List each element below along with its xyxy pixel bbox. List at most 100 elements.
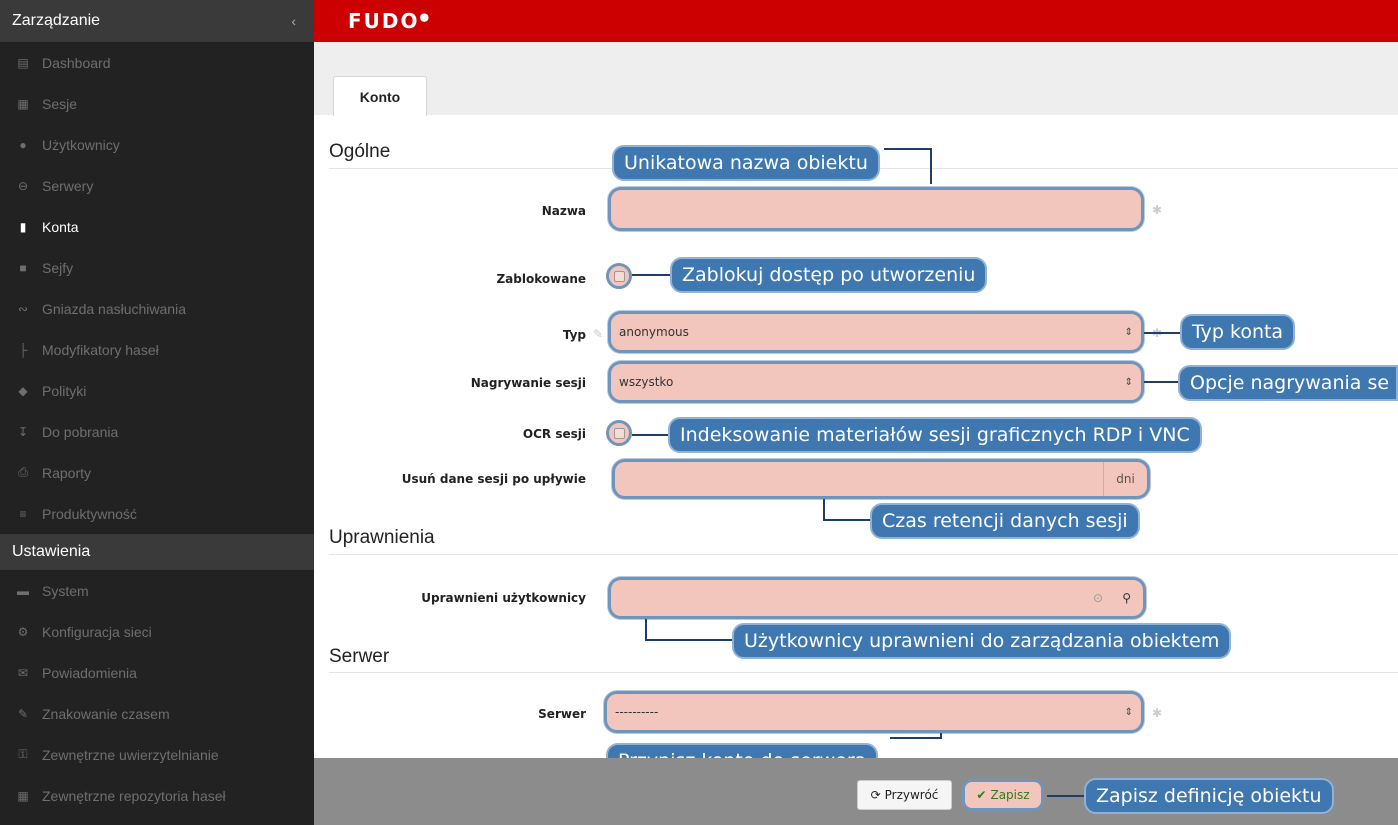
- grid-icon: ▦: [17, 788, 29, 803]
- sidebar-item-label: Znakowanie czasem: [42, 705, 170, 722]
- sidebar-item-reports[interactable]: ⎙ Raporty: [0, 452, 314, 493]
- film-icon: ▦: [17, 96, 29, 111]
- search-icon[interactable]: ⚲: [1122, 591, 1131, 605]
- type-label: Typ: [562, 328, 586, 342]
- sidebar-header-settings: Ustawienia: [0, 534, 314, 570]
- sidebar-item-timestamping[interactable]: ✎ Znakowanie czasem: [0, 693, 314, 734]
- sidebar-item-label: Polityki: [42, 382, 87, 399]
- type-value: anonymous: [619, 325, 689, 339]
- callout-type: Typ konta: [1180, 314, 1296, 350]
- callout-blocked: Zablokuj dostęp po utworzeniu: [670, 257, 988, 293]
- key-icon: ⚿: [18, 747, 28, 761]
- sidebar-item-sessions[interactable]: ▦ Sesje: [0, 83, 314, 124]
- sidebar-item-label: Produktywność: [42, 505, 137, 522]
- chevron-left-icon[interactable]: ‹: [291, 13, 314, 29]
- callout-leader-line: [823, 519, 873, 521]
- sidebar-item-label: Sesje: [42, 95, 78, 112]
- callout-leader-line: [1144, 381, 1182, 383]
- users-input[interactable]: ⊙ ⚲: [608, 577, 1146, 619]
- tab-account[interactable]: Konto: [333, 76, 427, 116]
- sidebar-section-title: Ustawienia: [12, 543, 91, 560]
- recording-value: wszystko: [619, 375, 674, 389]
- sidebar-item-password-modifiers[interactable]: ├ Modyfikatory haseł: [0, 329, 314, 370]
- cogs-icon: ⚙: [17, 624, 29, 639]
- sidebar-item-external-repos[interactable]: ▦ Zewnętrzne repozytoria haseł: [0, 775, 314, 816]
- sidebar-item-label: Zewnętrzne repozytoria haseł: [42, 787, 226, 804]
- callout-users: Użytkownicy uprawnieni do zarządzania ob…: [732, 623, 1232, 659]
- callout-leader-line: [645, 619, 647, 640]
- callout-ocr: Indeksowanie materiałów sesji graficznyc…: [668, 417, 1202, 453]
- blocked-label: Zablokowane: [496, 272, 586, 286]
- callout-leader-line: [632, 434, 670, 436]
- save-button[interactable]: ✔ Zapisz: [962, 779, 1044, 811]
- shield-icon: ◆: [18, 383, 28, 398]
- sidebar-item-notifications[interactable]: ✉ Powiadomienia: [0, 652, 314, 693]
- sidebar-item-external-auth[interactable]: ⚿ Zewnętrzne uwierzytelnianie: [0, 734, 314, 775]
- sidebar-item-label: System: [42, 582, 89, 599]
- section-divider: [329, 672, 1398, 673]
- checkbox-square-icon: [613, 270, 625, 282]
- server-label: Serwer: [538, 707, 586, 721]
- callout-leader-line: [940, 733, 942, 739]
- callout-leader-line: [930, 148, 932, 184]
- retention-unit: dni: [1103, 462, 1147, 496]
- section-divider: [329, 554, 1398, 555]
- select-caret-icon: ⇕: [1124, 706, 1133, 718]
- sidebar-item-label: Do pobrania: [42, 423, 119, 440]
- server-select[interactable]: ---------- ⇕: [604, 691, 1144, 733]
- sidebar-item-dashboard[interactable]: ▤ Dashboard: [0, 42, 314, 83]
- sidebar-header-management: Zarządzanie ‹: [0, 0, 314, 42]
- recording-label: Nagrywanie sesji: [470, 376, 586, 390]
- checkbox-square-icon: [613, 427, 625, 439]
- sidebar-item-productivity[interactable]: ≡ Produktywność: [0, 493, 314, 534]
- sidebar-item-users[interactable]: ● Użytkownicy: [0, 124, 314, 165]
- save-label: Zapisz: [990, 788, 1030, 802]
- callout-leader-line: [890, 737, 942, 739]
- name-input[interactable]: [608, 187, 1144, 231]
- section-title-permissions: Uprawnienia: [329, 527, 435, 548]
- sidebar-item-system[interactable]: ▬ System: [0, 570, 314, 611]
- ocr-label: OCR sesji: [522, 427, 586, 441]
- sidebar-item-label: Serwery: [42, 177, 94, 194]
- print-icon: ⎙: [18, 465, 28, 479]
- sidebar-item-policies[interactable]: ◆ Polityki: [0, 370, 314, 411]
- sidebar-item-safes[interactable]: ■ Sejfy: [0, 247, 314, 288]
- revert-button[interactable]: ⟳ Przywróć: [857, 780, 952, 810]
- list-icon: ≡: [19, 506, 27, 521]
- sidebar-item-label: Konta: [42, 218, 79, 235]
- safe-icon: ■: [19, 260, 27, 275]
- refresh-icon: ⟳: [870, 788, 881, 802]
- retention-input[interactable]: dni: [612, 459, 1150, 499]
- sidebar-item-accounts[interactable]: ▮ Konta: [0, 206, 314, 247]
- server-icon: ⊖: [17, 178, 29, 193]
- revert-label: Przywróć: [884, 788, 939, 802]
- select-caret-icon: ⇕: [1124, 326, 1133, 338]
- blocked-checkbox[interactable]: [606, 263, 632, 289]
- sidebar-item-downloads[interactable]: ↧ Do pobrania: [0, 411, 314, 452]
- name-label: Nazwa: [541, 204, 586, 218]
- callout-leader-line: [823, 499, 825, 520]
- callout-retention: Czas retencji danych sesji: [870, 503, 1140, 539]
- sidebar-item-label: Zewnętrzne uwierzytelnianie: [42, 746, 219, 763]
- callout-leader-line: [1144, 332, 1182, 334]
- edit-icon: ✎: [593, 327, 604, 341]
- sitemap-icon: ├: [18, 342, 28, 357]
- chart-icon: ▤: [17, 55, 29, 70]
- clear-icon[interactable]: ⊙: [1093, 591, 1103, 605]
- rss-icon: ∾: [17, 301, 29, 316]
- fudo-logo[interactable]: FUDO●: [348, 9, 431, 33]
- sidebar-item-label: Sejfy: [42, 259, 74, 276]
- sidebar-item-network[interactable]: ⚙ Konfiguracja sieci: [0, 611, 314, 652]
- sidebar-item-label: Konfiguracja sieci: [42, 623, 152, 640]
- ocr-checkbox[interactable]: [606, 420, 632, 446]
- users-label: Uprawnieni użytkownicy: [421, 591, 586, 605]
- tab-bar: Konto: [314, 42, 1398, 116]
- type-select[interactable]: anonymous ⇕: [608, 311, 1144, 353]
- account-form: Ogólne Nazwa ✱ Zablokowane Typ ✎ anonymo…: [314, 115, 1398, 779]
- sidebar-item-listeners[interactable]: ∾ Gniazda nasłuchiwania: [0, 288, 314, 329]
- top-bar: FUDO●: [314, 0, 1398, 42]
- callout-recording: Opcje nagrywania se: [1178, 365, 1398, 401]
- server-value: ----------: [615, 705, 659, 719]
- recording-select[interactable]: wszystko ⇕: [608, 361, 1144, 403]
- sidebar-item-servers[interactable]: ⊖ Serwery: [0, 165, 314, 206]
